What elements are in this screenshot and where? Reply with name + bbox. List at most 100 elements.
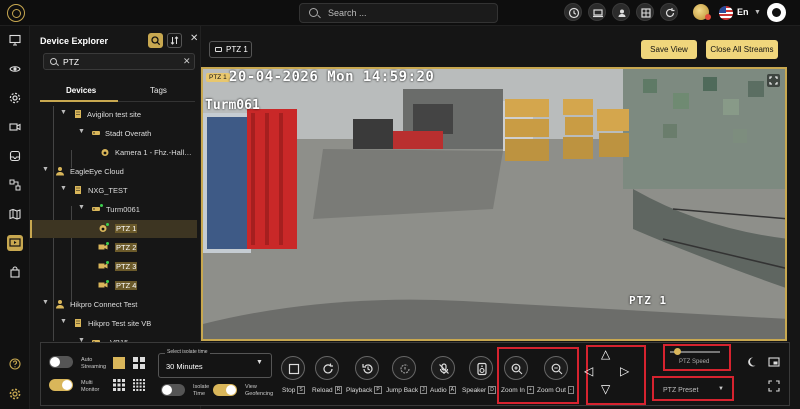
reload-button[interactable] <box>315 356 339 380</box>
eye-icon[interactable] <box>7 61 23 77</box>
refresh-icon[interactable] <box>660 3 678 21</box>
shortcut-key: P <box>374 386 382 394</box>
view-geofencing-toggle[interactable] <box>213 384 237 396</box>
explorer-tabs: Devices Tags <box>40 82 195 102</box>
ptz-right-icon[interactable]: ▷ <box>620 364 629 378</box>
clock-icon[interactable] <box>564 3 582 21</box>
ptz-preset-label: PTZ Preset <box>663 387 699 394</box>
playback-button[interactable] <box>355 356 379 380</box>
stop-button[interactable] <box>281 356 305 380</box>
stop-label: Stop S <box>282 386 305 394</box>
chevron-down-icon[interactable]: ▼ <box>60 185 67 192</box>
explorer-search-toggle-icon[interactable] <box>148 33 163 48</box>
tree-node-nvr[interactable]: ▼ Stadt Overath <box>30 125 197 143</box>
video-camera-icon[interactable] <box>7 119 23 135</box>
tree-node-site[interactable]: ▼ Avigilon test site <box>30 106 197 124</box>
search-match-highlight: PTZ 3 <box>115 262 138 271</box>
theme-toggle-icon[interactable] <box>767 3 786 22</box>
tree-node-site[interactable]: ▼ Hikpro Test site VB <box>30 315 197 333</box>
tree-node-camera[interactable]: PTZ 3 <box>30 258 197 276</box>
online-status-dot <box>100 204 103 207</box>
map-icon[interactable] <box>7 206 23 222</box>
tree-node-camera[interactable]: PTZ 2 <box>30 239 197 257</box>
ptz-down-icon[interactable]: ▽ <box>601 382 610 396</box>
chevron-down-icon[interactable]: ▼ <box>42 166 49 173</box>
audio-button[interactable] <box>431 356 455 380</box>
multi-monitor-toggle[interactable] <box>49 379 73 391</box>
tree-node-account[interactable]: ▼ EagleEye Cloud <box>30 163 197 181</box>
close-icon[interactable]: ✕ <box>190 33 198 44</box>
speaker-button[interactable] <box>469 356 493 380</box>
chevron-down-icon[interactable]: ▼ <box>256 359 263 366</box>
grid-3x3-icon[interactable] <box>113 379 125 391</box>
audio-label-text: Audio <box>430 387 447 394</box>
tree-node-camera[interactable]: Kamera 1 - Fhz.-Hall… <box>30 144 197 162</box>
auto-streaming-label: Auto Streaming <box>81 357 107 370</box>
chevron-down-icon[interactable]: ▼ <box>78 204 85 211</box>
settings-gear-icon[interactable] <box>7 90 23 106</box>
tree-node-label: Avigilon test site <box>87 110 142 119</box>
us-flag-icon[interactable] <box>719 6 733 20</box>
device-search-input[interactable]: PTZ ✕ <box>43 53 195 70</box>
help-icon[interactable] <box>7 356 23 372</box>
save-view-button[interactable]: Save View <box>641 40 697 59</box>
playback-label: Playback P <box>346 386 382 394</box>
single-layout-icon[interactable] <box>113 357 125 369</box>
nvr-icon <box>92 131 100 135</box>
ptz-left-icon[interactable]: ◁ <box>584 364 593 378</box>
shopping-bag-icon[interactable] <box>7 264 23 280</box>
user-badge-icon[interactable] <box>612 3 630 21</box>
org-icon[interactable] <box>636 3 654 21</box>
inbox-icon[interactable] <box>7 148 23 164</box>
laptop-icon[interactable] <box>588 3 606 21</box>
stream-chip-label: PTZ 1 <box>226 45 248 54</box>
close-all-streams-button[interactable]: Close All Streams <box>706 40 778 59</box>
grid-2x2-icon[interactable] <box>133 357 145 369</box>
app: Search ... En ▼ Device Explorer ✕ PTZ ✕ … <box>0 0 800 409</box>
chevron-down-icon[interactable]: ▼ <box>718 386 724 392</box>
auto-streaming-toggle[interactable] <box>49 356 73 368</box>
search-icon <box>50 58 57 65</box>
grid-4x4-icon[interactable] <box>133 379 145 391</box>
tab-devices[interactable]: Devices <box>66 86 96 95</box>
clear-search-icon[interactable]: ✕ <box>183 56 191 67</box>
tree-node-camera-selected[interactable]: PTZ 1 <box>30 220 197 238</box>
jump-back-button[interactable] <box>392 356 416 380</box>
video-stream-tile[interactable]: PTZ 1 20-04-2026 Mon 14:59:20 Turm061 PT… <box>201 67 787 341</box>
expand-icon[interactable] <box>767 74 780 87</box>
tree-node-label: NXG_TEST <box>88 186 128 195</box>
global-search-input[interactable]: Search ... <box>299 3 498 23</box>
search-icon <box>309 8 318 17</box>
chevron-down-icon[interactable]: ▼ <box>60 318 67 325</box>
tree-node-account[interactable]: ▼ Hikpro Connect Test <box>30 296 197 314</box>
sort-icon[interactable] <box>167 33 182 48</box>
tab-tags[interactable]: Tags <box>150 86 167 95</box>
stream-chip[interactable]: PTZ 1 <box>209 41 252 58</box>
online-status-dot <box>106 280 109 283</box>
presentation-icon[interactable] <box>7 32 23 48</box>
tree-node-site[interactable]: ▼ NXG_TEST <box>30 182 197 200</box>
picture-in-picture-icon[interactable] <box>768 356 780 368</box>
isolate-time-toggle[interactable] <box>161 384 185 396</box>
ptz-direction-pad <box>586 345 646 405</box>
tree-node-label: Turm0061 <box>106 205 140 214</box>
gear-icon[interactable] <box>7 386 23 402</box>
live-view-icon[interactable] <box>7 235 23 251</box>
tree-node-camera[interactable]: PTZ 4 <box>30 277 197 295</box>
ptz-up-icon[interactable]: △ <box>601 347 610 361</box>
language-selector[interactable]: En <box>737 7 749 17</box>
top-bar: Search ... En ▼ <box>0 0 800 26</box>
stop-label-text: Stop <box>282 387 296 394</box>
app-logo-icon[interactable] <box>7 4 25 22</box>
nav-rail <box>0 26 30 409</box>
fullscreen-icon[interactable] <box>768 380 780 392</box>
shortcut-key: A <box>448 386 456 394</box>
share-nodes-icon[interactable] <box>7 177 23 193</box>
chevron-down-icon[interactable]: ▼ <box>78 128 85 135</box>
chevron-down-icon[interactable]: ▼ <box>42 299 49 306</box>
chevron-down-icon[interactable]: ▼ <box>60 109 67 116</box>
tree-node-nvr[interactable]: ▼ Turm0061 <box>30 201 197 219</box>
osd-timestamp: 20-04-2026 Mon 14:59:20 <box>229 69 435 85</box>
moon-icon[interactable] <box>745 356 757 368</box>
chevron-down-icon[interactable]: ▼ <box>754 9 761 16</box>
